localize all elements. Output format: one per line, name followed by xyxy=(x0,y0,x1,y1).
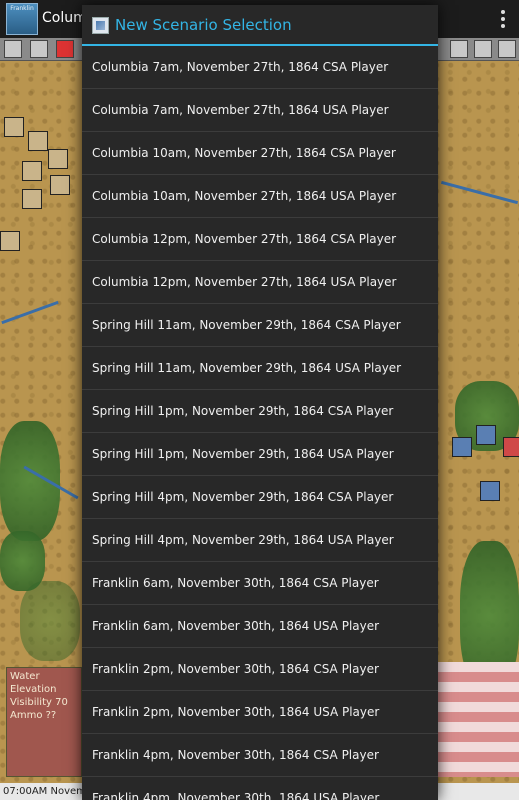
scenario-item[interactable]: Franklin 2pm, November 30th, 1864 USA Pl… xyxy=(82,691,438,734)
unit-counter[interactable] xyxy=(452,437,472,457)
scenario-banner-image xyxy=(437,662,519,777)
unit-counter[interactable] xyxy=(476,425,496,445)
scenario-item[interactable]: Franklin 4pm, November 30th, 1864 USA Pl… xyxy=(82,777,438,800)
scenario-item[interactable]: Columbia 10am, November 27th, 1864 CSA P… xyxy=(82,132,438,175)
overflow-menu-icon[interactable] xyxy=(501,10,505,28)
scenario-item[interactable]: Columbia 12pm, November 27th, 1864 CSA P… xyxy=(82,218,438,261)
scenario-item[interactable]: Spring Hill 1pm, November 29th, 1864 USA… xyxy=(82,433,438,476)
info-line: Ammo ?? xyxy=(10,710,57,721)
unit-counter[interactable] xyxy=(0,231,20,251)
toolbar-button[interactable] xyxy=(450,40,468,58)
clock-icon[interactable] xyxy=(56,40,74,58)
unit-counter[interactable] xyxy=(4,117,24,137)
scenario-item[interactable]: Spring Hill 4pm, November 29th, 1864 CSA… xyxy=(82,476,438,519)
unit-counter[interactable] xyxy=(503,437,519,457)
scenario-item[interactable]: Columbia 7am, November 27th, 1864 CSA Pl… xyxy=(82,46,438,89)
unit-counter[interactable] xyxy=(22,189,42,209)
dialog-header: New Scenario Selection xyxy=(82,5,438,46)
unit-counter[interactable] xyxy=(48,149,68,169)
unit-counter[interactable] xyxy=(50,175,70,195)
scenario-item[interactable]: Columbia 10am, November 27th, 1864 USA P… xyxy=(82,175,438,218)
terrain-info-panel: Water Elevation Visibility 70 Ammo ?? xyxy=(6,667,82,777)
toolbar-button[interactable] xyxy=(474,40,492,58)
info-line: Water xyxy=(10,671,40,682)
dialog-app-icon xyxy=(92,17,109,34)
unit-counter[interactable] xyxy=(22,161,42,181)
scenario-item[interactable]: Columbia 12pm, November 27th, 1864 USA P… xyxy=(82,261,438,304)
info-line: Elevation xyxy=(10,684,57,695)
scenario-item[interactable]: Spring Hill 4pm, November 29th, 1864 USA… xyxy=(82,519,438,562)
scenario-item[interactable]: Franklin 6am, November 30th, 1864 CSA Pl… xyxy=(82,562,438,605)
unit-counter[interactable] xyxy=(480,481,500,501)
toolbar-button[interactable] xyxy=(4,40,22,58)
scenario-item[interactable]: Spring Hill 1pm, November 29th, 1864 CSA… xyxy=(82,390,438,433)
app-icon[interactable]: Franklin xyxy=(6,3,38,35)
dialog-title: New Scenario Selection xyxy=(115,16,292,34)
scenario-item[interactable]: Columbia 7am, November 27th, 1864 USA Pl… xyxy=(82,89,438,132)
toolbar-button[interactable] xyxy=(30,40,48,58)
scenario-item[interactable]: Spring Hill 11am, November 29th, 1864 US… xyxy=(82,347,438,390)
scenario-item[interactable]: Franklin 2pm, November 30th, 1864 CSA Pl… xyxy=(82,648,438,691)
river xyxy=(440,180,519,205)
unit-counter[interactable] xyxy=(28,131,48,151)
scenario-item[interactable]: Franklin 4pm, November 30th, 1864 CSA Pl… xyxy=(82,734,438,777)
forest-terrain xyxy=(20,581,80,661)
scenario-list: Columbia 7am, November 27th, 1864 CSA Pl… xyxy=(82,46,438,800)
app-icon-label: Franklin xyxy=(10,5,34,12)
scenario-selection-dialog: New Scenario Selection Columbia 7am, Nov… xyxy=(82,5,438,800)
scenario-item[interactable]: Franklin 6am, November 30th, 1864 USA Pl… xyxy=(82,605,438,648)
info-line: Visibility 70 xyxy=(10,697,68,708)
toolbar-button[interactable] xyxy=(498,40,516,58)
scenario-item[interactable]: Spring Hill 11am, November 29th, 1864 CS… xyxy=(82,304,438,347)
river xyxy=(1,300,59,325)
